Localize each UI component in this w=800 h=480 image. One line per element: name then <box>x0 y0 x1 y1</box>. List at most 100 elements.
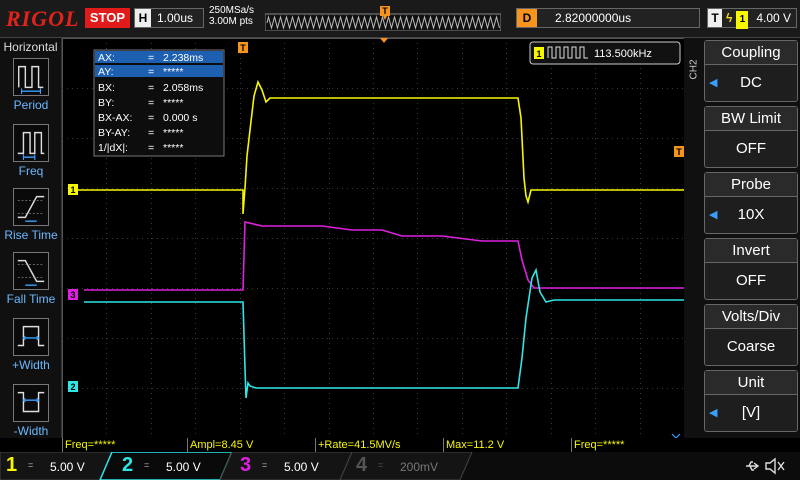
counter-channel: 1 <box>536 49 541 59</box>
trigger-indicator[interactable]: Tϟ 1 4.00 V <box>707 8 797 29</box>
svg-text:=: = <box>148 142 154 154</box>
trigger-source: 1 <box>736 11 749 29</box>
trigger-position-marker[interactable]: T <box>238 42 248 53</box>
menu-item-label: Period <box>13 98 49 112</box>
measure-freq-button[interactable]: Freq <box>0 124 62 178</box>
positive-width-icon <box>13 318 49 356</box>
ch2-coupling: = <box>144 460 150 470</box>
cursor-ay-key: AY: <box>98 66 114 78</box>
negative-width-icon <box>13 384 49 422</box>
volts-div-value: Coarse <box>726 338 776 355</box>
delay-value: 2.82000000us <box>555 11 632 25</box>
ch2-number: 2 <box>122 454 134 476</box>
ch4-tab[interactable]: 4 = 200mV <box>350 452 460 480</box>
acquisition-info: 250MSa/s 3.00M pts <box>209 5 254 27</box>
unit-button[interactable]: Unit ◀ [V] <box>704 370 798 432</box>
trigger-key: T <box>708 9 722 27</box>
probe-title: Probe <box>705 173 797 197</box>
coupling-title: Coupling <box>705 41 797 65</box>
delay-indicator[interactable]: D 2.82000000us <box>516 8 700 28</box>
cursor-bx-ax-value: 0.000 s <box>163 112 197 124</box>
channel-settings-menu: CH2 Coupling ◀ DC BW Limit OFF Probe ◀ 10X… <box>684 38 800 438</box>
select-arrow-icon: ◀ <box>709 407 718 419</box>
cursor-by-ay-value: ***** <box>163 127 183 139</box>
fall-time-icon <box>13 252 49 290</box>
bw-limit-button[interactable]: BW Limit OFF <box>704 106 798 168</box>
svg-text:1: 1 <box>70 185 75 195</box>
select-arrow-icon: ◀ <box>709 77 718 89</box>
cursor-readout-panel: AX: = 2.238ms AY: = ***** BX: = 2.058ms … <box>93 49 225 157</box>
ch3-number: 3 <box>240 454 252 476</box>
run-stop-button[interactable]: STOP <box>85 8 130 28</box>
ch2-ground-marker[interactable]: 2 <box>68 381 78 392</box>
rising-edge-icon: ϟ <box>726 11 733 25</box>
cursor-bx-ax-key: BX-AX: <box>98 112 132 124</box>
timebase-key: H <box>135 9 151 27</box>
svg-text:T: T <box>676 147 682 157</box>
ch3-ground-marker[interactable]: 3 <box>68 289 78 300</box>
waveform-display[interactable]: 1 3 2 T T AX: = 2.238ms AY: = ***** BX: … <box>62 38 684 438</box>
menu-title: Horizontal <box>3 40 58 54</box>
frequency-counter: 1 113.500kHz <box>529 41 681 65</box>
probe-button[interactable]: Probe ◀ 10X <box>704 172 798 234</box>
probe-value: 10X <box>737 206 765 223</box>
volts-div-button[interactable]: Volts/Div Coarse <box>704 304 798 366</box>
cursor-inv-dx-key: 1/|dX|: <box>98 142 128 154</box>
memory-overview[interactable]: T <box>265 5 501 31</box>
brand-logo: RIGOL <box>6 6 80 31</box>
invert-value: OFF <box>736 272 766 289</box>
unit-value: [V] <box>741 404 761 421</box>
channel-status-bar: 1 = 5.00 V 2 = 5.00 V 3 = 5.00 V 4 = 200… <box>0 452 800 480</box>
measure-positive-width-button[interactable]: +Width <box>0 318 62 372</box>
ch1-tab[interactable]: 1 = 5.00 V <box>0 452 110 480</box>
cursor-ax-value: 2.238ms <box>163 52 203 64</box>
measurement-item[interactable]: Freq=***** <box>571 438 684 452</box>
measurement-item[interactable]: Ampl=8.45 V <box>187 438 315 452</box>
menu-item-label: Rise Time <box>4 228 58 242</box>
ch3-coupling: = <box>262 460 268 470</box>
menu-item-label: Freq <box>18 164 44 178</box>
volts-div-title: Volts/Div <box>705 305 797 329</box>
cursor-by-key: BY: <box>98 97 114 109</box>
svg-text:=: = <box>148 112 154 124</box>
top-status-bar: RIGOL STOP H 1.00us 250MSa/s 3.00M pts T … <box>0 0 800 38</box>
measure-fall-time-button[interactable]: Fall Time <box>0 252 62 306</box>
svg-text:=: = <box>148 127 154 139</box>
measurement-item[interactable]: Freq=***** <box>62 438 187 452</box>
svg-text:=: = <box>148 82 154 94</box>
ch1-scale: 5.00 V <box>50 460 85 474</box>
rise-time-icon <box>13 188 49 226</box>
freq-icon <box>13 124 49 162</box>
cursor-ay-value: ***** <box>163 66 183 78</box>
measurement-item[interactable]: +Rate=41.5MV/s <box>315 438 443 452</box>
ch2-tab[interactable]: 2 = 5.00 V <box>116 452 226 480</box>
counter-value: 113.500kHz <box>594 48 652 60</box>
invert-button[interactable]: Invert OFF <box>704 238 798 300</box>
svg-text:=: = <box>148 66 154 78</box>
ch3-tab[interactable]: 3 = 5.00 V <box>234 452 344 480</box>
svg-text:=: = <box>148 52 154 64</box>
ch1-number: 1 <box>6 454 18 476</box>
ch4-number: 4 <box>356 454 368 476</box>
trigger-level-marker[interactable]: T <box>674 146 684 157</box>
speaker-muted-icon[interactable] <box>764 457 786 475</box>
ch3-scale: 5.00 V <box>284 460 319 474</box>
measurement-item[interactable]: Max=11.2 V <box>443 438 571 452</box>
select-arrow-icon: ◀ <box>709 209 718 221</box>
measure-negative-width-button[interactable]: -Width <box>0 384 62 438</box>
bw-limit-value: OFF <box>736 140 766 157</box>
ch1-coupling: = <box>28 460 34 470</box>
measure-rise-time-button[interactable]: Rise Time <box>0 188 62 242</box>
trigger-level: 4.00 V <box>756 11 792 25</box>
svg-text:=: = <box>148 97 154 109</box>
ch2-scale: 5.00 V <box>166 460 201 474</box>
usb-icon <box>746 461 760 471</box>
coupling-button[interactable]: Coupling ◀ DC <box>704 40 798 102</box>
timebase-indicator[interactable]: H 1.00us <box>134 8 204 28</box>
memory-depth: 3.00M pts <box>209 16 253 27</box>
ch4-coupling: = <box>378 460 384 470</box>
measure-period-button[interactable]: Period <box>0 58 62 112</box>
timebase-value: 1.00us <box>157 11 194 25</box>
menu-item-label: Fall Time <box>6 292 56 306</box>
ch1-ground-marker[interactable]: 1 <box>68 184 78 195</box>
